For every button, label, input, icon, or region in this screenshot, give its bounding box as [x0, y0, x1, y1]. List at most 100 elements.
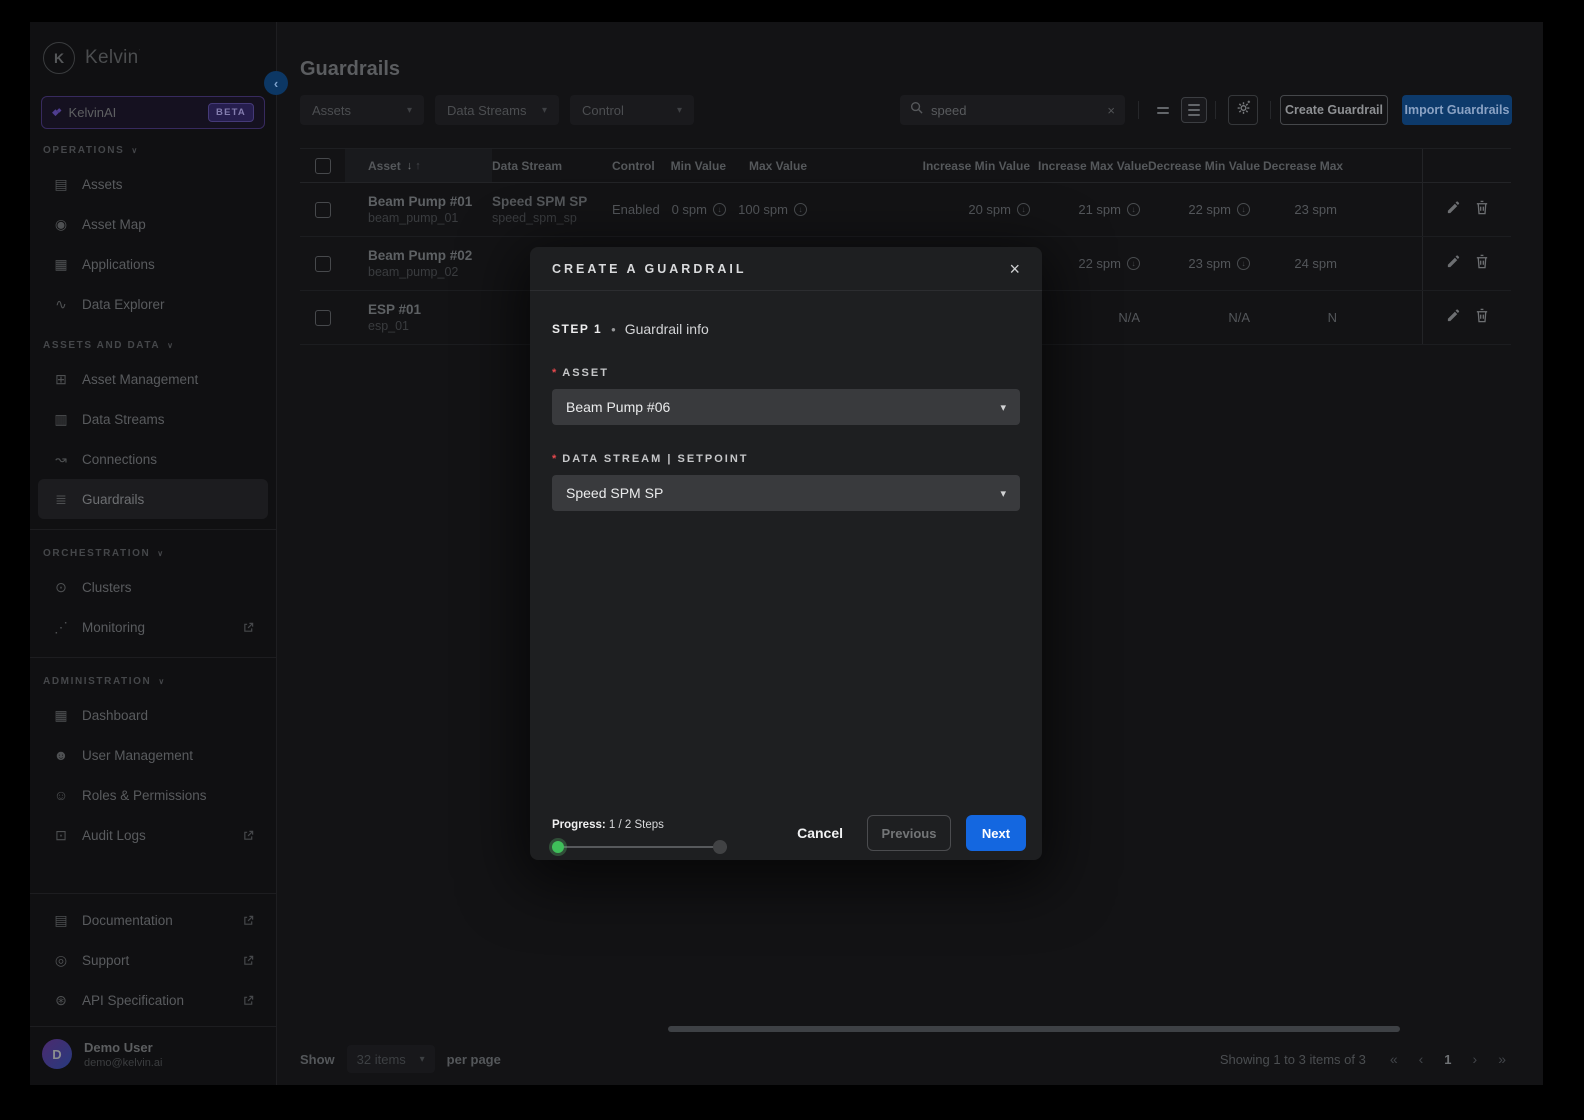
filter-dropdown[interactable]: Control ▾ [570, 95, 694, 125]
chevron-down-icon: ▾ [1000, 401, 1006, 414]
sidebar-item[interactable]: ☺ Roles & Permissions [38, 775, 268, 815]
column-header-control[interactable]: Control [610, 159, 670, 173]
guardrails-icon: ≣ [52, 491, 70, 508]
column-header-min-value[interactable]: Min Value [670, 159, 734, 173]
chevron-down-icon: ▾ [542, 105, 547, 116]
row-checkbox[interactable] [315, 310, 331, 326]
row-checkbox[interactable] [315, 256, 331, 272]
row-density-comfortable-button[interactable] [1181, 97, 1207, 123]
edit-icon[interactable] [1446, 254, 1461, 274]
sidebar-item-label: Clusters [82, 580, 132, 595]
pagination-summary: Showing 1 to 3 items of 3 [1220, 1052, 1366, 1067]
required-asterisk: * [552, 367, 556, 379]
previous-button[interactable]: Previous [867, 815, 951, 851]
edit-icon[interactable] [1446, 308, 1461, 328]
column-header-data-stream[interactable]: Data Stream [492, 159, 610, 173]
sidebar-item[interactable]: ⊡ Audit Logs [38, 815, 268, 855]
sidebar-item[interactable]: ≣ Guardrails [38, 479, 268, 519]
sidebar-item[interactable]: ▦ Applications [38, 244, 268, 284]
filter-dropdown[interactable]: Assets ▾ [300, 95, 424, 125]
filter-group: Assets ▾ Data Streams ▾ Control ▾ [300, 95, 694, 125]
filter-label: Assets [312, 103, 351, 118]
sidebar-item[interactable]: ◎ Support [38, 940, 268, 980]
close-icon[interactable]: × [1009, 260, 1020, 278]
previous-page-icon[interactable]: ‹ [1419, 1051, 1424, 1067]
sparkle-icon: ◆◆ [52, 107, 60, 118]
import-guardrails-button[interactable]: Import Guardrails [1402, 95, 1512, 125]
last-page-icon[interactable]: » [1498, 1051, 1506, 1067]
sidebar-item[interactable]: ▦ Dashboard [38, 695, 268, 735]
column-header-max-value[interactable]: Max Value [734, 159, 815, 173]
search-input[interactable]: speed × [900, 95, 1125, 125]
sidebar-item[interactable]: ⊛ API Specification [38, 980, 268, 1020]
current-page[interactable]: 1 [1444, 1052, 1451, 1067]
sidebar-section-label[interactable]: OPERATIONS ∨ [30, 135, 276, 164]
sidebar-section: ASSETS AND DATA ∨ ⊞ Asset Management [30, 326, 276, 521]
decrease-min-value-cell: 23 spm ↓ [1148, 256, 1258, 271]
inclusive-arrow-icon: ↓ [1237, 203, 1250, 216]
page-size-dropdown[interactable]: 32 items ▾ [347, 1045, 435, 1073]
row-density-compact-button[interactable] [1150, 97, 1176, 123]
create-guardrail-button[interactable]: Create Guardrail [1280, 95, 1388, 125]
chevron-down-icon: ▾ [407, 105, 412, 116]
sidebar-section-label[interactable]: ADMINISTRATION ∨ [30, 666, 276, 695]
column-header-increase-max-value[interactable]: Increase Max Value [1038, 159, 1148, 173]
user-profile[interactable]: D Demo User demo@kelvin.ai [30, 1026, 276, 1085]
slider-end-step [713, 840, 727, 854]
increase-min-value-cell: 20 spm ↓ [815, 202, 1038, 217]
sidebar-item[interactable]: ◉ Asset Map [38, 204, 268, 244]
bar-icon [1188, 114, 1200, 116]
per-page-label: per page [447, 1052, 501, 1067]
sidebar-item-label: Support [82, 953, 129, 968]
sidebar-item[interactable]: ☻ User Management [38, 735, 268, 775]
edit-icon[interactable] [1446, 200, 1461, 220]
slider-track [552, 846, 727, 848]
sidebar-section: ORCHESTRATION ∨ ⊙ Clusters [30, 529, 276, 649]
sidebar-section-label[interactable]: ASSETS AND DATA ∨ [30, 330, 276, 359]
column-header-decrease-max-value[interactable]: Decrease Max Va [1258, 159, 1345, 173]
step-number: STEP 1 [552, 322, 602, 336]
sidebar-section-label[interactable]: ORCHESTRATION ∨ [30, 538, 276, 567]
next-page-icon[interactable]: › [1473, 1051, 1478, 1067]
user-email: demo@kelvin.ai [84, 1057, 162, 1069]
sidebar-item[interactable]: ▤ Assets [38, 164, 268, 204]
cancel-button[interactable]: Cancel [797, 825, 843, 841]
data-stream-select[interactable]: Speed SPM SP ▾ [552, 475, 1020, 511]
row-checkbox[interactable] [315, 202, 331, 218]
sidebar-item[interactable]: ∿ Data Explorer [38, 284, 268, 324]
kelvinai-button[interactable]: ◆◆ KelvinAI BETA [41, 96, 265, 129]
assets-icon: ▤ [52, 176, 70, 193]
delete-icon[interactable] [1475, 308, 1489, 328]
asset-select[interactable]: Beam Pump #06 ▾ [552, 389, 1020, 425]
filter-dropdown[interactable]: Data Streams ▾ [435, 95, 559, 125]
slider-handle-current-step[interactable] [552, 841, 564, 853]
asset-name: Beam Pump #01 [368, 193, 492, 210]
select-all-checkbox[interactable] [315, 158, 331, 174]
asset-name: Beam Pump #02 [368, 247, 492, 264]
inclusive-arrow-icon: ↓ [1237, 257, 1250, 270]
first-page-icon[interactable]: « [1390, 1051, 1398, 1067]
inclusive-arrow-icon: ↓ [1127, 203, 1140, 216]
horizontal-scrollbar[interactable] [668, 1026, 1400, 1032]
bar-icon [1157, 107, 1169, 109]
sidebar-item[interactable]: ↝ Connections [38, 439, 268, 479]
sidebar-nav: OPERATIONS ∨ ▤ Assets [30, 131, 276, 857]
clear-search-icon[interactable]: × [1107, 103, 1115, 118]
column-header-increase-min-value[interactable]: Increase Min Value [815, 159, 1038, 173]
sidebar-item[interactable]: ⊙ Clusters [38, 567, 268, 607]
sidebar-item[interactable]: ▤ Documentation [38, 900, 268, 940]
sidebar-collapse-button[interactable]: ‹ [264, 71, 288, 95]
step-indicator: STEP 1 • Guardrail info [552, 291, 1020, 337]
column-header-decrease-min-value[interactable]: Decrease Min Value [1148, 159, 1258, 173]
sidebar-item-label: Assets [82, 177, 123, 192]
table-header-row: Asset ↓ ↑ Data Stream Control Min Value … [300, 148, 1511, 183]
sidebar-item[interactable]: ▥ Data Streams [38, 399, 268, 439]
table-settings-button[interactable] [1228, 95, 1258, 125]
delete-icon[interactable] [1475, 200, 1489, 220]
sidebar-item[interactable]: ⋰ Monitoring [38, 607, 268, 647]
next-button[interactable]: Next [966, 815, 1026, 851]
sidebar-item[interactable]: ⊞ Asset Management [38, 359, 268, 399]
delete-icon[interactable] [1475, 254, 1489, 274]
pagination-controls: « ‹ 1 › » [1390, 1051, 1506, 1067]
column-header-asset[interactable]: Asset ↓ ↑ [345, 149, 492, 182]
